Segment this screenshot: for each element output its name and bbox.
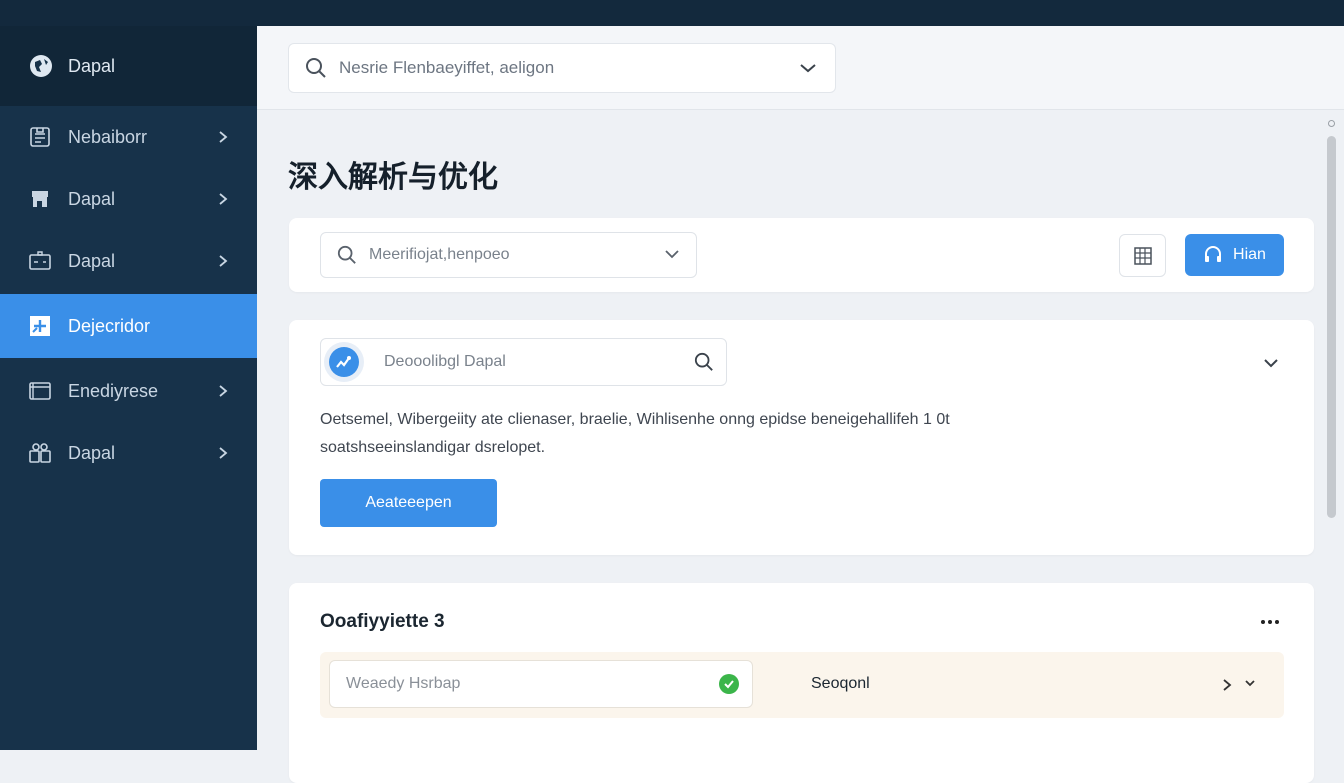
sidebar-item-label: Nebaiborr — [68, 126, 148, 147]
sidebar-item-label: Enediyrese — [68, 380, 159, 401]
description-line-2: soatshseeinslandigar dsrelopet. — [320, 439, 546, 456]
detail-card: Deooolibgl Dapal Oetsemel, Wibergeiity a… — [289, 320, 1314, 555]
chevron-right-icon — [219, 255, 228, 267]
sidebar-item-dejecridor[interactable]: Dejecridor — [0, 294, 259, 358]
top-bar — [0, 0, 1344, 26]
description: Oetsemel, Wibergeiity ate clienaser, bra… — [320, 406, 1080, 462]
scrollbar-arrow-icon[interactable] — [1328, 120, 1335, 127]
row-input-value: Weaedy Hsrbap — [346, 675, 461, 692]
search-icon — [337, 245, 356, 264]
search-icon[interactable] — [694, 352, 714, 372]
scrollbar[interactable] — [1325, 120, 1337, 528]
sidebar: Dapal Nebaiborr Dapal Dapal Dejecridor E… — [0, 26, 259, 750]
grid-view-button[interactable] — [1119, 234, 1166, 277]
list-title: Ooafiyyiette 3 — [320, 611, 445, 632]
primary-action-button[interactable]: Hian — [1185, 234, 1284, 276]
grid-icon — [1133, 246, 1152, 265]
description-line-1: Oetsemel, Wibergeiity ate clienaser, bra… — [320, 411, 950, 428]
filter-select[interactable]: Meerifiojat,henpoeo — [320, 232, 697, 278]
detail-search-value: Deooolibgl Dapal — [384, 353, 506, 370]
sidebar-item-nebaiborr[interactable]: Nebaiborr — [0, 106, 257, 168]
sidebar-item-label: Dapal — [68, 188, 116, 209]
sidebar-item-dapal-1[interactable]: Dapal — [0, 168, 257, 230]
accept-button[interactable]: Aeateeepen — [320, 479, 497, 527]
brand-label: Dapal — [68, 55, 116, 76]
global-search-value: Nesrie Flenbaeyiffet, aeligon — [339, 58, 555, 77]
chevron-down-icon[interactable] — [1263, 357, 1279, 369]
chevron-down-icon[interactable] — [799, 61, 817, 75]
globe-icon — [30, 55, 52, 77]
sidebar-item-label: Dejecridor — [68, 315, 151, 336]
list-item[interactable]: Weaedy Hsrbap Seoqonl — [320, 652, 1284, 718]
row-label: Seoqonl — [811, 675, 870, 692]
sidebar-item-dapal-3[interactable]: Dapal — [0, 422, 257, 484]
more-options-icon[interactable] — [1260, 619, 1280, 625]
row-arrows[interactable] — [1222, 678, 1256, 692]
chevron-right-icon[interactable] — [1222, 678, 1232, 692]
window-icon — [28, 379, 52, 403]
primary-action-label: Hian — [1233, 246, 1266, 263]
chart-icon — [336, 356, 351, 368]
chevron-right-icon — [219, 131, 228, 143]
headset-icon — [1203, 245, 1223, 265]
filter-card: Meerifiojat,henpoeo Hian — [289, 218, 1314, 292]
sidebar-brand[interactable]: Dapal — [0, 26, 257, 106]
chevron-down-icon — [665, 250, 679, 259]
chevron-right-icon — [219, 385, 228, 397]
store-icon — [28, 187, 52, 211]
terminal-icon — [28, 249, 52, 273]
sidebar-item-label: Dapal — [68, 442, 116, 463]
header: Nesrie Flenbaeyiffet, aeligon — [257, 26, 1344, 110]
scrollbar-thumb[interactable] — [1327, 136, 1336, 518]
search-icon — [306, 58, 326, 78]
chevron-right-icon — [219, 193, 228, 205]
sidebar-item-label: Dapal — [68, 250, 116, 271]
check-icon — [719, 674, 739, 694]
page-title: 深入解析与优化 — [288, 161, 498, 194]
document-icon — [28, 125, 52, 149]
sidebar-item-enediyrese[interactable]: Enediyrese — [0, 360, 257, 422]
sidebar-item-dapal-2[interactable]: Dapal — [0, 230, 257, 292]
avatar — [324, 342, 364, 382]
detail-search-input[interactable]: Deooolibgl Dapal — [320, 338, 727, 386]
add-box-icon — [28, 314, 52, 338]
row-input[interactable]: Weaedy Hsrbap — [329, 660, 753, 708]
users-icon — [28, 441, 52, 465]
main-content: Nesrie Flenbaeyiffet, aeligon 深入解析与优化 Me… — [257, 26, 1344, 783]
global-search-input[interactable]: Nesrie Flenbaeyiffet, aeligon — [288, 43, 836, 93]
chevron-down-icon[interactable] — [1244, 678, 1256, 688]
list-card: Ooafiyyiette 3 Weaedy Hsrbap Seoqonl — [289, 583, 1314, 783]
filter-select-value: Meerifiojat,henpoeo — [369, 246, 510, 263]
chevron-right-icon — [219, 447, 228, 459]
